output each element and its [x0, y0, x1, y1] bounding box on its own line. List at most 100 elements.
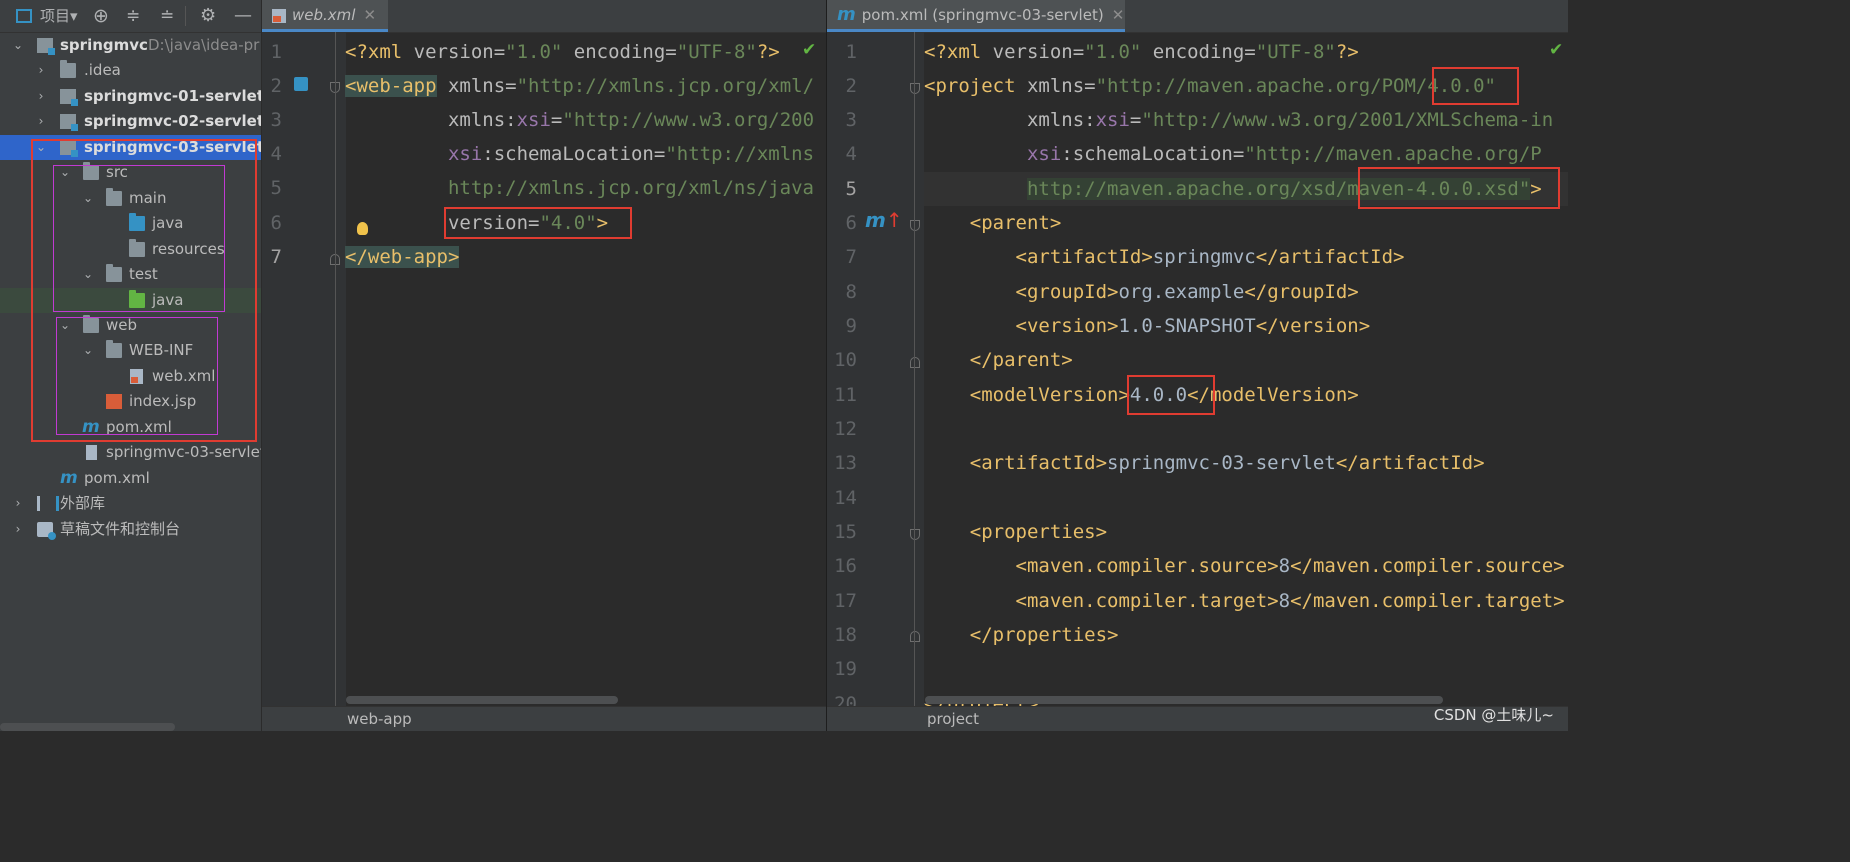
gutter-divider: [335, 32, 336, 707]
folder-icon: [60, 60, 76, 78]
chevron-down-icon[interactable]: ⌄: [11, 33, 25, 58]
tree-item-external-libraries[interactable]: › 外部库: [0, 491, 261, 516]
maven-parent-icon[interactable]: m↑: [865, 208, 903, 232]
watermark: CSDN @土味儿~: [1433, 706, 1554, 724]
line-number: 7: [270, 246, 282, 268]
chevron-right-icon[interactable]: ›: [34, 84, 48, 109]
breadcrumb[interactable]: project: [927, 707, 979, 731]
annotation-purple-box-src: [53, 165, 225, 312]
close-icon[interactable]: ✕: [363, 6, 376, 24]
code-line: http://xmlns.jcp.org/xml/ns/java: [345, 177, 814, 199]
breadcrumb[interactable]: web-app: [347, 707, 412, 731]
tree-item-label: 外部库: [60, 494, 106, 512]
annotation-red-box: [1358, 167, 1560, 209]
collapse-all-icon[interactable]: ≐: [160, 6, 174, 26]
annotation-red-box: [1127, 375, 1215, 415]
code-line: </web-app>: [345, 246, 460, 268]
line-number: 7: [845, 246, 857, 268]
line-gutter: 1 2 3 4 5 6 7: [262, 32, 368, 707]
code-line: <maven.compiler.target>8</maven.compiler…: [924, 590, 1565, 612]
line-number: 12: [834, 418, 857, 440]
fold-marker[interactable]: [910, 83, 920, 94]
project-tool-window: 项目▾ ⊕ ≑ ≐ ⚙ — ⌄ springmvc D:\java\idea-p…: [0, 0, 261, 731]
tree-item-scratches[interactable]: › 草稿文件和控制台: [0, 517, 261, 542]
line-number: 1: [845, 41, 857, 63]
gutter-divider: [914, 32, 915, 707]
tree-item-springmvc-01-servlet[interactable]: › springmvc-01-servlet: [0, 84, 261, 109]
annotation-red-box: [444, 207, 632, 239]
chevron-down-icon: ▾: [70, 7, 78, 25]
code-line: xmlns:xsi="http://www.w3.org/200: [345, 109, 815, 131]
arrow-up-icon: ↑: [885, 208, 903, 232]
maven-file-icon: m: [60, 468, 78, 488]
annotation-purple-box-web: [56, 317, 218, 435]
line-gutter: 1 2 3 4 5 6 7 8 9 10 11 12 13 14 15 16 1…: [827, 32, 924, 715]
fold-marker[interactable]: [910, 357, 920, 368]
tree-item-label: springmvc-01-servlet: [84, 87, 261, 105]
code-line: <?xml version="1.0" encoding="UTF-8"?>: [924, 41, 1359, 63]
project-view-label: 项目: [40, 7, 71, 25]
line-number: 5: [270, 177, 282, 199]
project-view-dropdown[interactable]: 项目▾: [40, 6, 78, 26]
scratch-icon: [37, 522, 56, 540]
code-line: xmlns:xsi="http://www.w3.org/2001/XMLSch…: [924, 109, 1554, 131]
line-number: 11: [834, 384, 857, 406]
annotation-red-box: [1432, 67, 1519, 105]
line-number: 16: [834, 555, 857, 577]
checkmark-icon: ✔: [1549, 40, 1564, 60]
code-line: <artifactId>springmvc-03-servlet</artifa…: [924, 452, 1485, 474]
gear-icon[interactable]: ⚙: [200, 6, 216, 26]
tree-item-label: 草稿文件和控制台: [60, 520, 181, 538]
fold-marker[interactable]: [910, 220, 920, 231]
locate-file-icon[interactable]: ⊕: [93, 6, 109, 26]
tree-item-springmvc-02-servlet[interactable]: › springmvc-02-servlet: [0, 109, 261, 134]
expand-all-icon[interactable]: ≑: [126, 6, 140, 26]
code-area[interactable]: <?xml version="1.0" encoding="UTF-8"?> <…: [924, 32, 1568, 707]
fold-marker[interactable]: [910, 631, 920, 642]
sidebar-horizontal-scrollbar[interactable]: [0, 723, 175, 731]
project-toolbar: 项目▾ ⊕ ≑ ≐ ⚙ —: [0, 0, 261, 33]
editor-horizontal-scrollbar[interactable]: [925, 696, 1443, 704]
code-area[interactable]: <?xml version="1.0" encoding="UTF-8"?> <…: [345, 32, 826, 707]
project-view-icon[interactable]: [16, 9, 32, 23]
editor-pom-xml: m pom.xml (springmvc-03-servlet) ✕ 1 2 3 4…: [827, 0, 1568, 731]
line-number: 9: [845, 315, 857, 337]
maven-file-icon: m: [837, 4, 856, 25]
line-number: 14: [834, 487, 857, 509]
line-number: 6: [845, 212, 857, 234]
module-icon: [60, 89, 78, 106]
editor-horizontal-scrollbar[interactable]: [346, 696, 618, 704]
chevron-right-icon[interactable]: ›: [11, 517, 25, 542]
line-number: 5: [845, 178, 857, 200]
line-number: 15: [834, 521, 857, 543]
tab-web-xml[interactable]: web.xml ✕: [262, 0, 388, 32]
tree-item-label: pom.xml: [84, 469, 150, 487]
tree-item-iml[interactable]: springmvc-03-servlet: [0, 440, 261, 465]
chevron-right-icon[interactable]: ›: [34, 109, 48, 134]
line-number: 8: [845, 281, 857, 303]
fold-marker[interactable]: [910, 529, 920, 540]
line-number: 2: [270, 75, 282, 97]
tab-label: pom.xml (springmvc-03-servlet): [861, 6, 1104, 24]
code-line: <project xmlns="http://maven.apache.org/…: [924, 75, 1496, 97]
close-icon[interactable]: ✕: [1112, 6, 1125, 24]
line-number: 1: [270, 41, 282, 63]
line-number: 6: [270, 212, 282, 234]
tree-item-root-pom[interactable]: m pom.xml: [0, 466, 261, 491]
code-line: xsi:schemaLocation="http://maven.apache.…: [924, 143, 1542, 165]
code-line: </properties>: [924, 624, 1119, 646]
iml-file-icon: [86, 445, 97, 460]
tree-item-idea[interactable]: › .idea: [0, 58, 261, 83]
tab-pom-xml[interactable]: m pom.xml (springmvc-03-servlet) ✕: [827, 0, 1125, 32]
code-line: </parent>: [924, 349, 1073, 371]
web-descriptor-icon[interactable]: [294, 77, 308, 91]
tree-item-label: .idea: [84, 61, 121, 79]
code-line: <properties>: [924, 521, 1108, 543]
tree-item-springmvc[interactable]: ⌄ springmvc D:\java\idea-pr: [0, 33, 261, 58]
checkmark-icon: ✔: [802, 40, 817, 60]
chevron-right-icon[interactable]: ›: [11, 491, 25, 516]
hide-panel-icon[interactable]: —: [234, 6, 252, 26]
chevron-right-icon[interactable]: ›: [34, 58, 48, 83]
line-number: 18: [834, 624, 857, 646]
editor-tab-bar: web.xml ✕: [262, 0, 826, 33]
